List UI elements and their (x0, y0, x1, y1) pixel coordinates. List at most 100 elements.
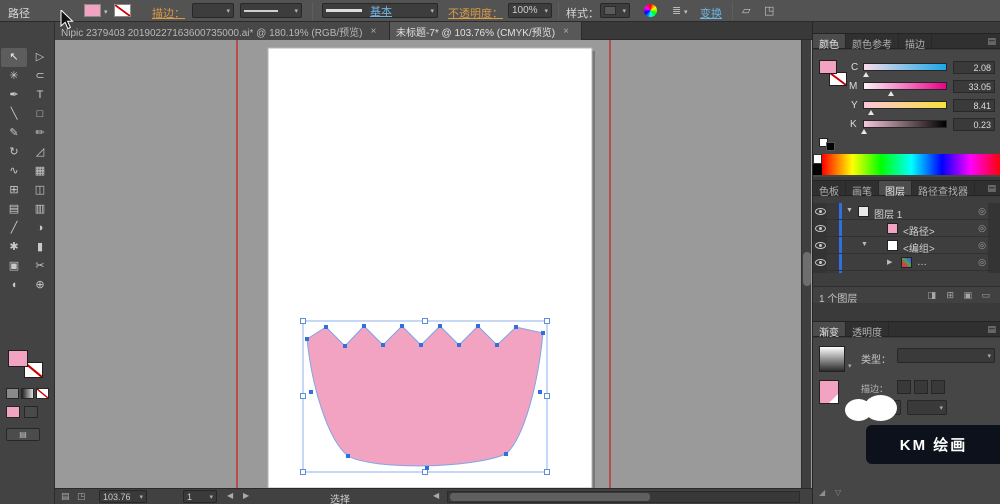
draw-behind-button[interactable] (24, 406, 38, 418)
artboard-nav-field[interactable]: 1 ▾ (183, 490, 217, 503)
tab-color[interactable]: 颜色 (813, 34, 846, 48)
black-value[interactable]: 0.23 (953, 118, 995, 131)
zoom-field[interactable]: 103.76 ▾ (99, 490, 147, 503)
panel-menu-icon[interactable]: ▤ (983, 181, 1000, 195)
brush-definition-dropdown[interactable]: 基本 ▾ (322, 3, 438, 18)
screen-mode-button[interactable]: ▤ (6, 428, 40, 441)
gradient-aspect-dropdown-icon[interactable]: ▾ (939, 404, 943, 412)
yellow-value[interactable]: 8.41 (953, 99, 995, 112)
canvas[interactable] (55, 40, 812, 488)
layer-row-3[interactable]: ▼ <编组> ◎ (813, 237, 1000, 254)
brush-dropdown-icon[interactable]: ▾ (427, 7, 434, 15)
tab-brushes[interactable]: 画笔 (846, 181, 879, 195)
tool-paintbrush[interactable]: ✎ (1, 124, 27, 143)
tool-column-graph[interactable]: ▮ (27, 238, 53, 257)
spectrum-black-swatch[interactable] (813, 164, 822, 175)
tab-stroke[interactable]: 描边 (899, 34, 932, 48)
stroke-apply-across-button[interactable] (931, 380, 945, 394)
tool-pen[interactable]: ✒ (1, 86, 27, 105)
shear-icon[interactable]: ▱ (742, 4, 750, 17)
tool-slice[interactable]: ✂ (27, 257, 53, 276)
tool-type[interactable]: T (27, 86, 53, 105)
new-layer-icon[interactable]: ▣ (963, 290, 972, 301)
magenta-slider-thumb[interactable] (888, 91, 894, 96)
style-dropdown-icon[interactable]: ▾ (619, 7, 626, 15)
fill-color-swatch[interactable] (84, 4, 101, 17)
eye-icon[interactable] (815, 259, 826, 266)
panel-menu-icon[interactable]: ▤ (983, 322, 1000, 336)
black-slider-thumb[interactable] (861, 129, 867, 134)
make-mask-icon[interactable]: ◨ (927, 290, 936, 301)
layer-name[interactable]: … (917, 257, 927, 268)
tool-gradient[interactable]: ▥ (27, 200, 53, 219)
tab-color-guide[interactable]: 颜色参考 (846, 34, 899, 48)
transform-panel-link[interactable]: 变换 (700, 5, 722, 21)
vertical-scrollbar-thumb[interactable] (803, 252, 811, 286)
status-view-icon[interactable]: ▤ (61, 491, 70, 502)
tool-rotate[interactable]: ↻ (1, 143, 27, 162)
target-icon[interactable]: ◎ (978, 240, 986, 251)
target-icon[interactable]: ◎ (978, 223, 986, 234)
opacity-dropdown-icon[interactable]: ▾ (541, 7, 548, 15)
delete-layer-icon[interactable]: ▭ (981, 290, 990, 301)
tool-rectangle[interactable]: □ (27, 105, 53, 124)
black-swatch[interactable] (826, 142, 835, 151)
layer-name[interactable]: <编组> (903, 240, 935, 255)
tab-swatches[interactable]: 色板 (813, 181, 846, 195)
tool-symbol-sprayer[interactable]: ✱ (1, 238, 27, 257)
tab-transparency[interactable]: 透明度 (846, 322, 889, 336)
spectrum-white-swatch[interactable] (813, 154, 822, 164)
brush-basic-label[interactable]: 基本 (370, 3, 392, 19)
horizontal-scrollbar-thumb[interactable] (450, 493, 650, 501)
tool-direct-selection[interactable]: ▷ (27, 48, 53, 67)
tool-zoom[interactable]: ⊕ (27, 276, 53, 295)
tool-width[interactable]: ∿ (1, 162, 27, 181)
gradient-fill-swatch[interactable] (819, 380, 839, 404)
gradient-thumbnail[interactable] (819, 346, 845, 372)
tool-artboard[interactable]: ▣ (1, 257, 27, 276)
tool-scale[interactable]: ◿ (27, 143, 53, 162)
crown-shape[interactable] (307, 326, 543, 466)
fill-dropdown-icon[interactable]: ▾ (104, 8, 108, 16)
layer-row-4[interactable]: ▶ … ◎ (813, 254, 1000, 271)
stroke-apply-along-button[interactable] (914, 380, 928, 394)
opacity-field[interactable]: 100% ▾ (508, 3, 552, 18)
gradient-type-dropdown[interactable]: ▾ (897, 348, 995, 363)
yellow-slider-thumb[interactable] (868, 110, 874, 115)
stroke-apply-within-button[interactable] (897, 380, 911, 394)
recolor-artwork-icon[interactable] (644, 4, 657, 17)
stroke-panel-link[interactable]: 描边： (152, 5, 185, 21)
stroke-weight-field[interactable]: ▾ (192, 3, 234, 18)
panel-menu-icon[interactable]: ▤ (983, 34, 1000, 48)
width-profile-dropdown[interactable]: ▾ (240, 3, 302, 18)
hscroll-left-icon[interactable]: ◀ (433, 491, 439, 500)
color-mode-button[interactable] (6, 388, 19, 399)
tool-selection[interactable]: ↖ (1, 48, 27, 67)
tab-gradient[interactable]: 渐变 (813, 322, 846, 336)
tool-lasso[interactable]: ⊂ (27, 67, 53, 86)
tool-eyedropper[interactable]: ╱ (1, 219, 27, 238)
new-sublayer-icon[interactable]: ⊞ (946, 290, 954, 301)
opacity-panel-link[interactable]: 不透明度： (448, 5, 503, 21)
expand-icon[interactable]: ▼ (861, 241, 868, 248)
panel-stroke-swatch[interactable] (829, 72, 847, 86)
next-artboard-icon[interactable]: ▶ (243, 491, 249, 500)
prev-artboard-icon[interactable]: ◀ (227, 491, 233, 500)
tool-shape-builder[interactable]: ⊞ (1, 181, 27, 200)
magenta-value[interactable]: 33.05 (953, 80, 995, 93)
tool-line-segment[interactable]: ╲ (1, 105, 27, 124)
tool-free-transform[interactable]: ▦ (27, 162, 53, 181)
eye-icon[interactable] (815, 242, 826, 249)
collapsed-icon[interactable]: ▶ (887, 258, 892, 266)
draw-normal-swatch[interactable] (6, 406, 20, 418)
tab-pathfinder[interactable]: 路径查找器 (912, 181, 975, 195)
stroke-weight-dropdown-icon[interactable]: ▾ (223, 7, 230, 15)
expand-icon[interactable]: ▼ (846, 207, 853, 214)
cyan-value[interactable]: 2.08 (953, 61, 995, 74)
align-dropdown-icon[interactable]: ▾ (684, 8, 688, 16)
zoom-dropdown-icon[interactable]: ▾ (139, 493, 143, 501)
black-slider[interactable] (863, 120, 947, 128)
gradient-reverse-icon[interactable]: ▽ (835, 488, 841, 497)
gradient-aspect-field[interactable]: ▾ (907, 400, 947, 415)
tool-hand[interactable]: ◖ (1, 276, 27, 295)
